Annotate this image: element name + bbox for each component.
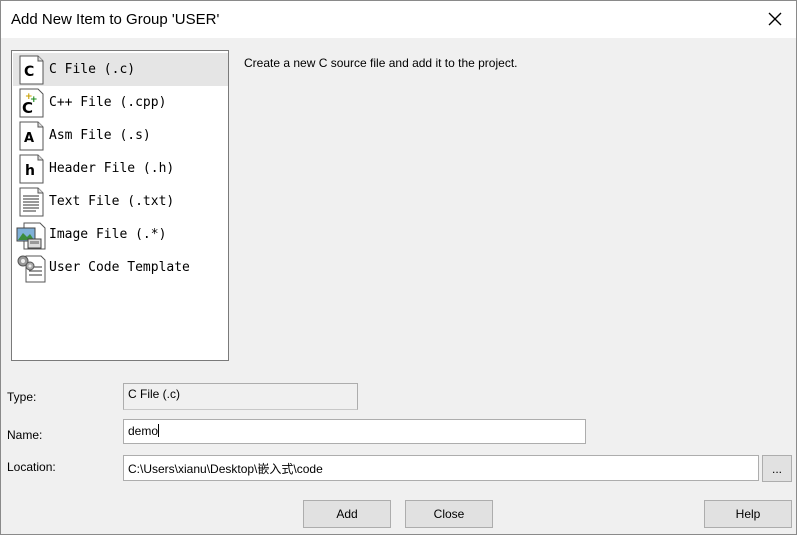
type-field: C File (.c)	[123, 383, 358, 410]
title-bar: Add New Item to Group 'USER'	[1, 1, 796, 38]
image-file-icon	[16, 222, 46, 249]
c-file-icon: C	[19, 55, 44, 84]
text-caret	[158, 424, 160, 437]
close-icon[interactable]	[766, 10, 784, 28]
list-item-label: C File (.c)	[49, 62, 136, 77]
list-item-asm-file[interactable]: A Asm File (.s)	[13, 119, 228, 152]
name-label: Name:	[7, 428, 43, 442]
list-item-user-code-template[interactable]: User Code Template	[13, 251, 228, 284]
text-file-icon	[19, 187, 44, 216]
svg-text:h: h	[25, 163, 35, 179]
location-input[interactable]: C:\Users\xianu\Desktop\嵌入式\code	[123, 455, 759, 481]
location-label: Location:	[7, 460, 56, 474]
name-input-value: demo	[128, 424, 159, 438]
file-type-list[interactable]: C C File (.c) C + + C++ File (.cpp) A As…	[11, 50, 229, 361]
list-item-label: Image File (.*)	[49, 227, 167, 242]
name-input[interactable]: demo	[123, 419, 586, 444]
type-label: Type:	[7, 390, 37, 404]
list-item-label: Header File (.h)	[49, 161, 175, 176]
add-button[interactable]: Add	[303, 500, 391, 528]
list-item-cpp-file[interactable]: C + + C++ File (.cpp)	[13, 86, 228, 119]
svg-text:C: C	[24, 64, 34, 80]
list-item-label: Text File (.txt)	[49, 194, 175, 209]
asm-file-icon: A	[19, 121, 44, 150]
header-file-icon: h	[19, 154, 44, 183]
list-item-header-file[interactable]: h Header File (.h)	[13, 152, 228, 185]
list-item-label: Asm File (.s)	[49, 128, 151, 143]
list-item-text-file[interactable]: Text File (.txt)	[13, 185, 228, 218]
list-item-image-file[interactable]: Image File (.*)	[13, 218, 228, 251]
browse-button[interactable]: ...	[762, 455, 792, 482]
list-item-label: C++ File (.cpp)	[49, 95, 167, 110]
cpp-file-icon: C + +	[19, 88, 44, 117]
svg-text:A: A	[24, 131, 34, 146]
help-button[interactable]: Help	[704, 500, 792, 528]
dialog-title: Add New Item to Group 'USER'	[11, 11, 220, 28]
close-button[interactable]: Close	[405, 500, 493, 528]
user-code-template-icon	[17, 255, 46, 282]
list-item-c-file[interactable]: C C File (.c)	[13, 53, 228, 86]
svg-text:+: +	[30, 95, 38, 105]
add-new-item-dialog: Add New Item to Group 'USER' C C File (.…	[0, 0, 797, 535]
list-item-label: User Code Template	[49, 260, 190, 275]
item-description: Create a new C source file and add it to…	[244, 56, 518, 70]
